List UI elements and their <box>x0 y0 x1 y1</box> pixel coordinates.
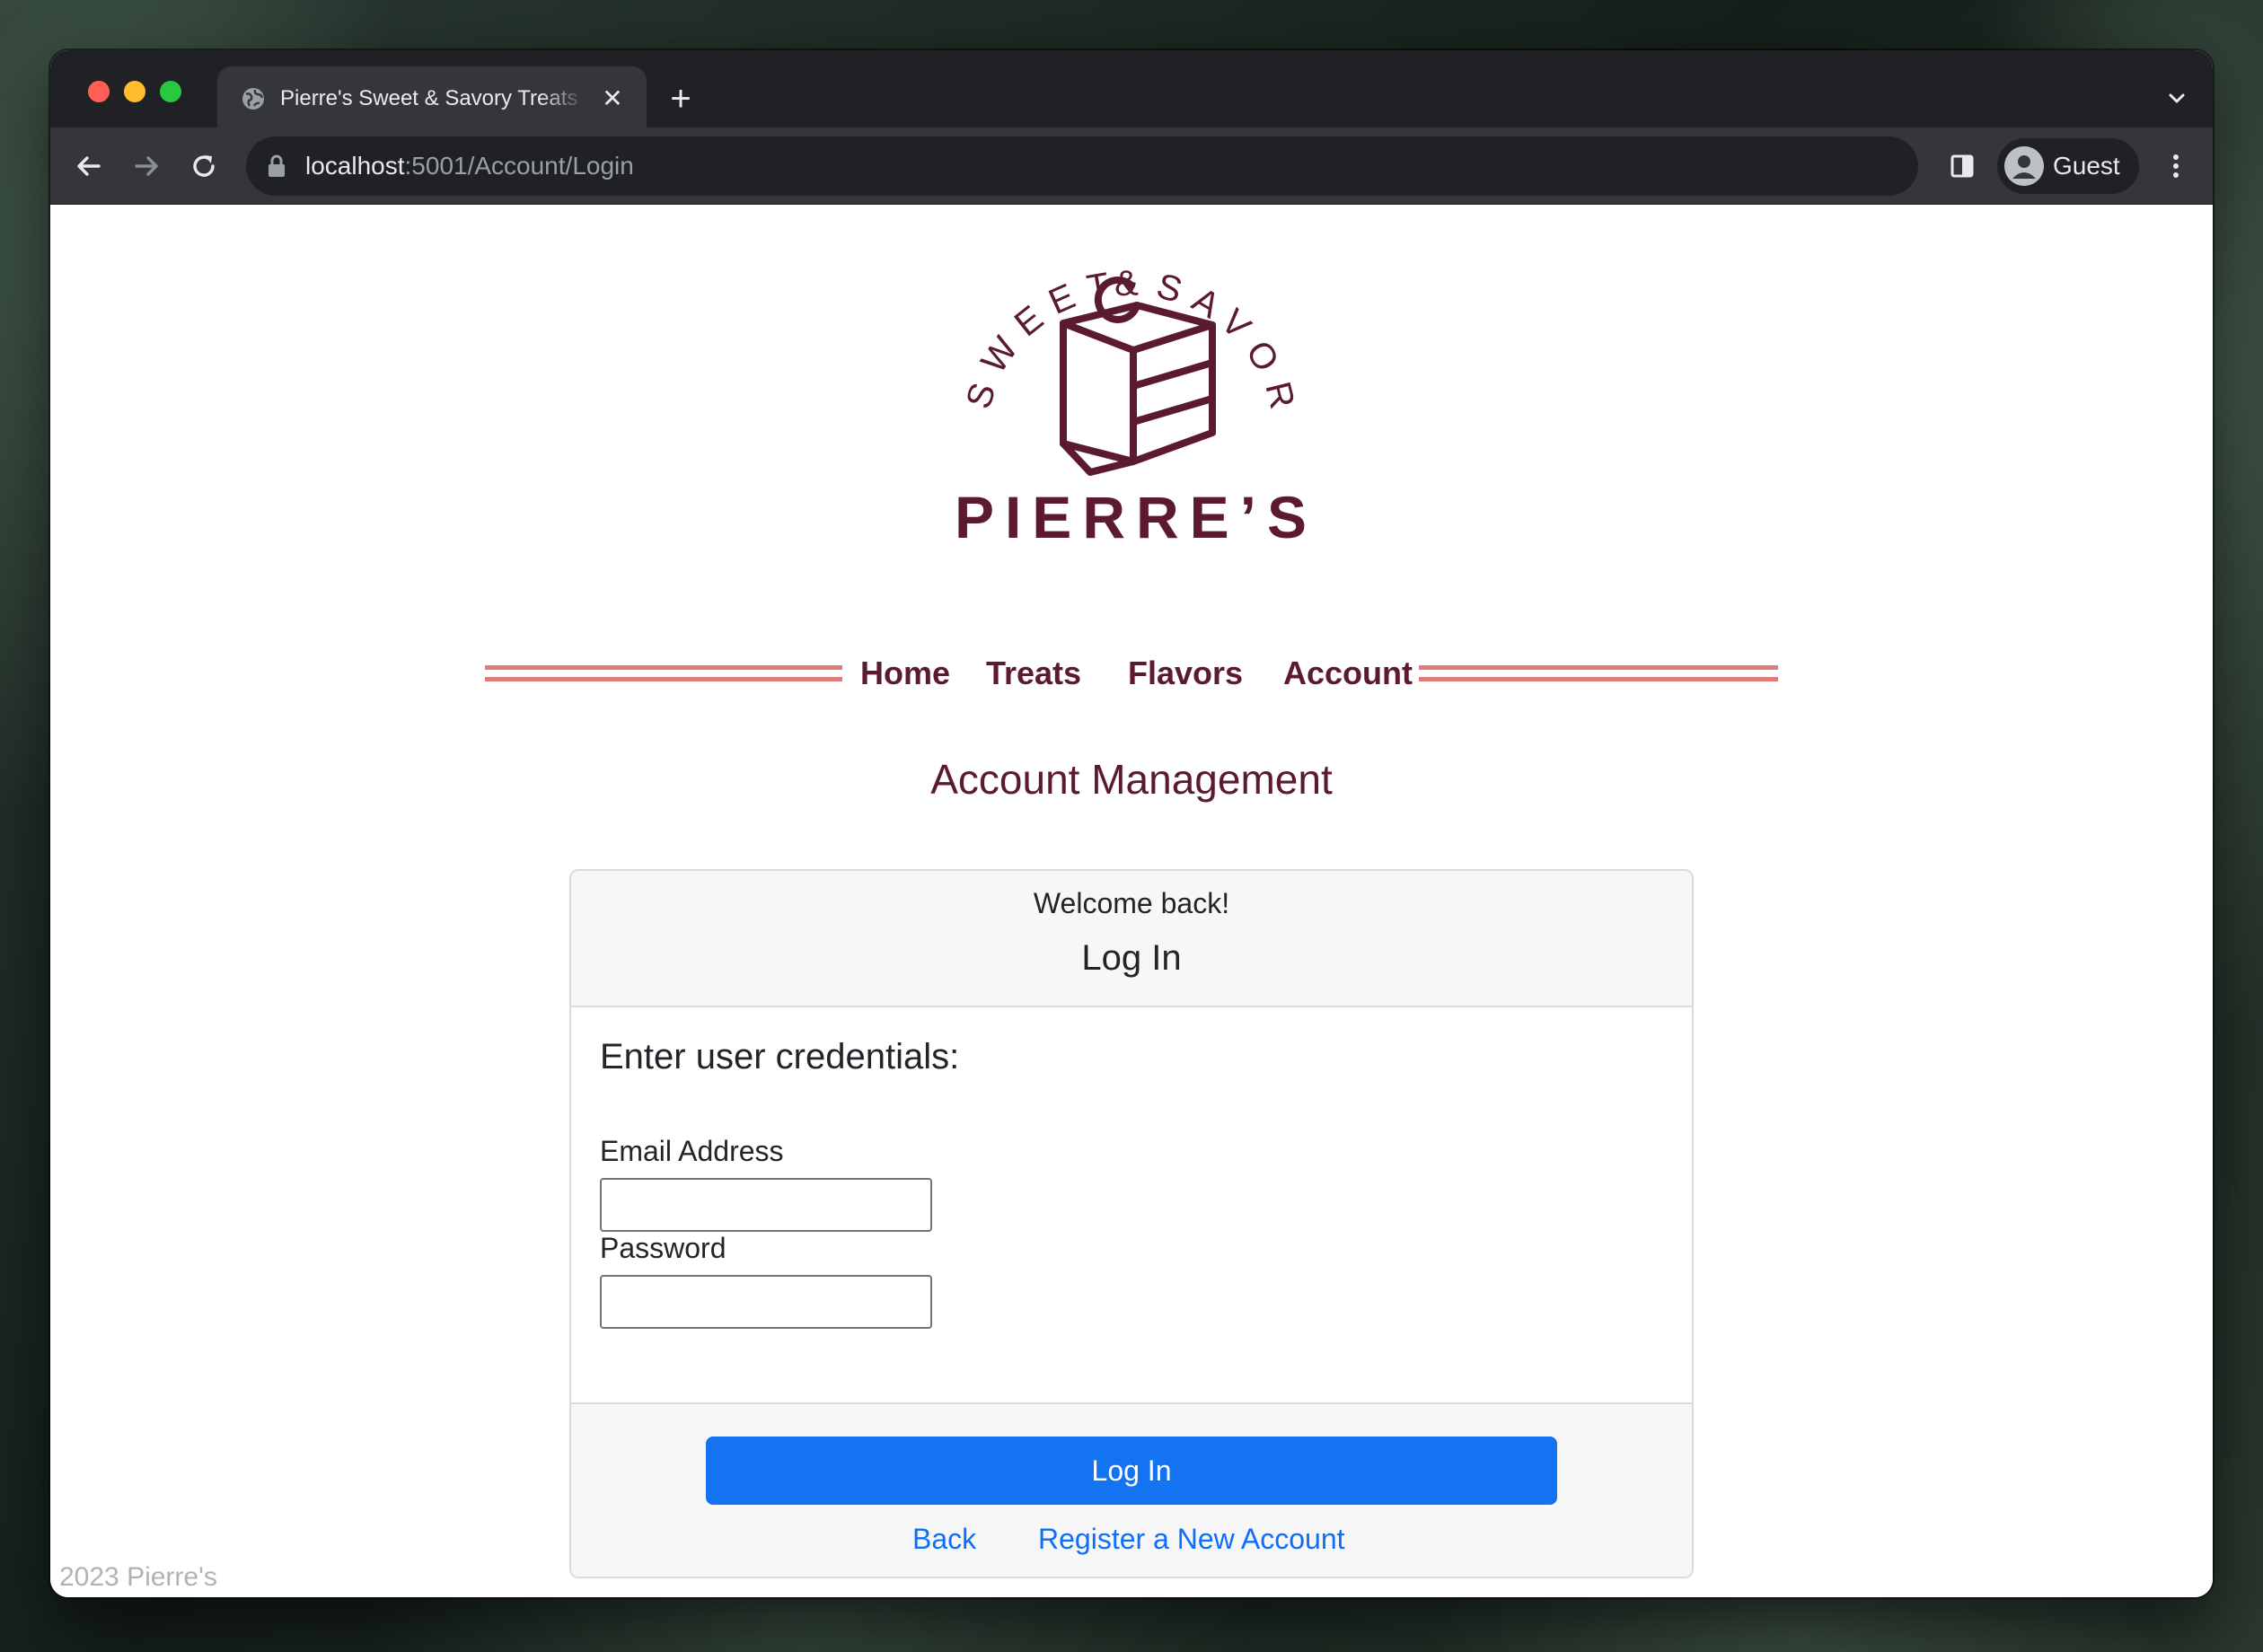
cake-logo-emblem: SWEET & SAVORY <box>920 191 1292 476</box>
tab-strip: Pierre's Sweet & Savory Treats ✕ + <box>50 50 2213 127</box>
login-card-footer: Log In Back Register a New Account <box>571 1402 1692 1577</box>
tab-title: Pierre's Sweet & Savory Treats <box>280 86 578 110</box>
welcome-text: Welcome back! <box>1033 887 1230 919</box>
browser-window: Pierre's Sweet & Savory Treats ✕ + local… <box>50 50 2213 1597</box>
back-arrow-icon[interactable] <box>72 149 106 183</box>
nav-link-home[interactable]: Home <box>860 654 950 693</box>
browser-tab[interactable]: Pierre's Sweet & Savory Treats ✕ <box>217 66 647 127</box>
url-host: localhost <box>305 152 405 180</box>
credentials-heading: Enter user credentials: <box>600 1037 960 1076</box>
nav-link-flavors[interactable]: Flavors <box>1128 654 1243 693</box>
logo-wordmark: PIERRE’S <box>954 484 1318 550</box>
site-logo[interactable]: SWEET & SAVORY PIE <box>920 191 1324 564</box>
password-label: Password <box>600 1232 726 1264</box>
profile-button[interactable]: Guest <box>1997 138 2139 194</box>
kebab-menu-icon[interactable] <box>2159 149 2193 183</box>
url-path: :5001/Account/Login <box>404 152 634 180</box>
login-submit-button[interactable]: Log In <box>706 1437 1557 1505</box>
side-panel-icon[interactable] <box>1945 149 1979 183</box>
nav-decorative-line-left <box>485 665 842 681</box>
guest-avatar-icon <box>2004 146 2044 186</box>
globe-icon <box>242 88 264 110</box>
close-window-button[interactable] <box>88 81 110 102</box>
lock-icon[interactable] <box>266 154 287 178</box>
back-link[interactable]: Back <box>912 1521 976 1557</box>
main-nav: Home Treats Flavors Account <box>485 648 1780 699</box>
nav-decorative-line-right <box>1419 665 1778 681</box>
address-bar[interactable]: localhost:5001/Account/Login <box>246 136 1918 196</box>
nav-link-account[interactable]: Account <box>1283 654 1413 693</box>
minimize-window-button[interactable] <box>124 81 145 102</box>
email-field[interactable] <box>600 1178 932 1232</box>
email-label: Email Address <box>600 1135 784 1167</box>
browser-toolbar: localhost:5001/Account/Login Guest <box>50 127 2213 205</box>
reload-icon[interactable] <box>187 149 221 183</box>
page-title: Account Management <box>930 756 1333 803</box>
web-page: SWEET & SAVORY PIE <box>50 191 2213 1597</box>
new-tab-button[interactable]: + <box>665 81 697 117</box>
tab-search-chevron-icon[interactable] <box>2164 86 2189 111</box>
url-text: localhost:5001/Account/Login <box>305 150 634 182</box>
login-card-header: Welcome back! Log In <box>571 871 1692 1007</box>
nav-link-treats[interactable]: Treats <box>986 654 1081 693</box>
profile-label: Guest <box>2053 152 2120 180</box>
tab-close-icon[interactable]: ✕ <box>598 84 627 113</box>
copyright-footer: 2023 Pierre's <box>59 1562 217 1592</box>
login-card-title: Log In <box>1081 938 1182 978</box>
password-field[interactable] <box>600 1275 932 1329</box>
login-card-body: Enter user credentials: Email Address Pa… <box>571 1007 1692 1402</box>
forward-arrow-icon[interactable] <box>129 149 163 183</box>
register-account-link[interactable]: Register a New Account <box>1038 1521 1345 1557</box>
maximize-window-button[interactable] <box>160 81 181 102</box>
login-card: Welcome back! Log In Enter user credenti… <box>569 869 1694 1578</box>
